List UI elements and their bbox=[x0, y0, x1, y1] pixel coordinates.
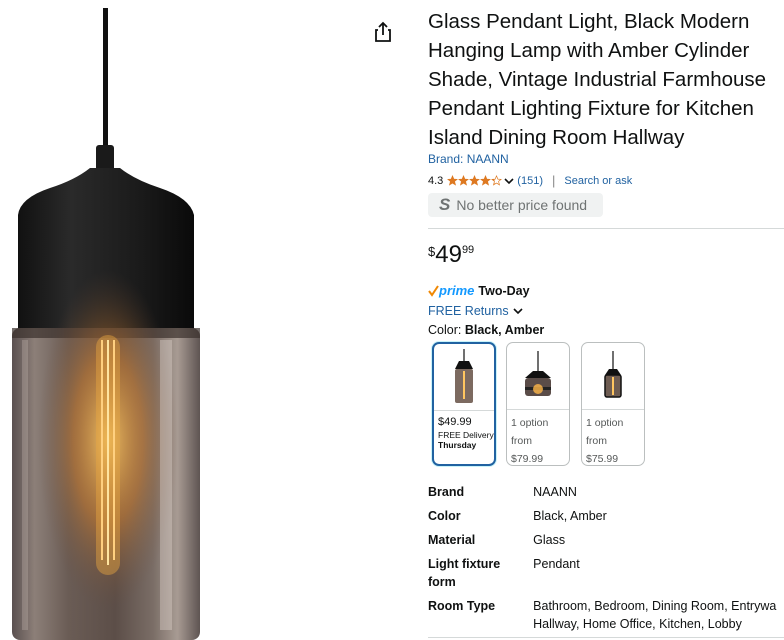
star-icon bbox=[458, 175, 470, 186]
star-icon bbox=[469, 175, 481, 186]
color-swatch-option-3[interactable]: 1 option from $75.99 bbox=[581, 342, 645, 466]
title-line: Glass Pendant Light, Black Modern bbox=[428, 10, 750, 33]
price-badge-text: No better price found bbox=[456, 197, 588, 213]
title-line: Hanging Lamp with Amber Cylinder bbox=[428, 39, 750, 62]
spec-value: Glass bbox=[533, 533, 566, 547]
spec-key-line: form bbox=[428, 575, 456, 589]
spec-key: Material bbox=[428, 533, 476, 547]
rating-row: 4.3 (151) | Search or ask bbox=[428, 173, 632, 188]
share-icon[interactable] bbox=[372, 20, 394, 44]
color-swatch-selected[interactable]: $49.99 FREE Delivery Thursday bbox=[432, 342, 496, 466]
pendant-cage-icon bbox=[604, 351, 622, 398]
product-title: Glass Pendant Light, Black Modern Hangin… bbox=[428, 7, 784, 152]
delivery-speed: Two-Day bbox=[478, 283, 530, 298]
spec-row: Light fixture form Pendant bbox=[428, 555, 784, 591]
free-returns-link[interactable]: FREE Returns bbox=[428, 304, 523, 318]
swatch-thumbnail bbox=[507, 343, 569, 409]
price: $ 49 99 bbox=[428, 240, 474, 270]
color-swatch-option-2[interactable]: 1 option from $79.99 bbox=[506, 342, 570, 466]
swatch-thumbnail bbox=[582, 343, 644, 409]
spec-row: Brand NAANN bbox=[428, 483, 784, 501]
swatch-delivery: FREE Delivery bbox=[438, 430, 494, 440]
pendant-cylinder-icon bbox=[455, 349, 473, 403]
product-image[interactable] bbox=[0, 0, 372, 640]
rating-number: 4.3 bbox=[428, 174, 444, 187]
pendant-barrel-icon bbox=[525, 351, 551, 396]
spec-value-line: Hallway, Home Office, Kitchen, Lobby bbox=[533, 617, 742, 631]
star-rating[interactable] bbox=[447, 175, 503, 186]
spec-key: Color bbox=[428, 509, 461, 523]
swatch-price: $49.99 bbox=[438, 416, 472, 428]
spec-key-line: Light fixture bbox=[428, 557, 501, 571]
spec-row: Color Black, Amber bbox=[428, 507, 784, 525]
swatch-info: $49.99 FREE Delivery Thursday bbox=[434, 411, 494, 450]
product-details: Glass Pendant Light, Black Modern Hangin… bbox=[428, 0, 784, 640]
swatch-from: from bbox=[586, 435, 607, 447]
rating-count-link[interactable]: (151) bbox=[517, 175, 543, 187]
specs-table: Brand NAANN Color Black, Amber Material … bbox=[428, 483, 784, 639]
prime-logo-icon: prime bbox=[428, 283, 474, 298]
star-icon bbox=[491, 175, 503, 186]
price-fraction: 99 bbox=[461, 244, 475, 256]
spec-value-line: Bathroom, Bedroom, Dining Room, Entrywa bbox=[533, 599, 777, 613]
divider-pipe: | bbox=[551, 173, 556, 188]
swatch-delivery-day: Thursday bbox=[438, 440, 477, 450]
spec-value: NAANN bbox=[533, 485, 577, 499]
swatch-option-count: 1 option bbox=[511, 417, 549, 429]
spec-row: Material Glass bbox=[428, 531, 784, 549]
chevron-down-icon bbox=[513, 308, 523, 315]
title-line: Pendant Lighting Fixture for Kitchen bbox=[428, 97, 754, 120]
spec-key: Light fixture form bbox=[428, 555, 533, 591]
swatch-price: $79.99 bbox=[511, 453, 544, 465]
spec-value: Bathroom, Bedroom, Dining Room, Entrywa … bbox=[533, 597, 784, 633]
price-whole: 49 bbox=[435, 241, 462, 268]
free-returns-label: FREE Returns bbox=[428, 304, 509, 318]
chevron-down-icon[interactable] bbox=[504, 177, 514, 185]
spec-value: Black, Amber bbox=[533, 509, 607, 523]
swatch-option-count: 1 option bbox=[586, 417, 624, 429]
color-label: Color: Black, Amber bbox=[428, 323, 544, 337]
color-value: Black, Amber bbox=[464, 323, 545, 337]
swatch-info: 1 option from $75.99 bbox=[582, 410, 644, 468]
swatch-from: from bbox=[511, 435, 532, 447]
title-line: Shade, Vintage Industrial Farmhouse bbox=[428, 68, 767, 91]
title-line: Island Dining Room Hallway bbox=[428, 126, 685, 149]
spec-key: Brand bbox=[428, 485, 465, 499]
search-or-ask-link[interactable]: Search or ask bbox=[564, 175, 632, 187]
spec-row: Room Type Bathroom, Bedroom, Dining Room… bbox=[428, 597, 784, 633]
swatch-thumbnail bbox=[434, 344, 494, 410]
star-icon bbox=[447, 175, 459, 186]
divider bbox=[428, 228, 784, 229]
prime-check-icon bbox=[428, 284, 439, 297]
swatch-price: $75.99 bbox=[586, 453, 619, 465]
price-symbol: $ bbox=[428, 244, 436, 259]
prime-delivery: prime Two-Day bbox=[428, 283, 530, 298]
swatch-info: 1 option from $79.99 bbox=[507, 410, 569, 468]
s-logo-icon: S bbox=[439, 195, 451, 214]
brand-link[interactable]: Brand: NAANN bbox=[428, 152, 509, 166]
price-badge[interactable]: S No better price found bbox=[428, 193, 603, 217]
divider bbox=[428, 637, 784, 638]
prime-label: prime bbox=[439, 283, 475, 298]
color-label-key: Color: bbox=[428, 323, 462, 337]
spec-value: Pendant bbox=[533, 557, 580, 571]
star-icon bbox=[480, 175, 492, 186]
spec-key: Room Type bbox=[428, 599, 496, 613]
